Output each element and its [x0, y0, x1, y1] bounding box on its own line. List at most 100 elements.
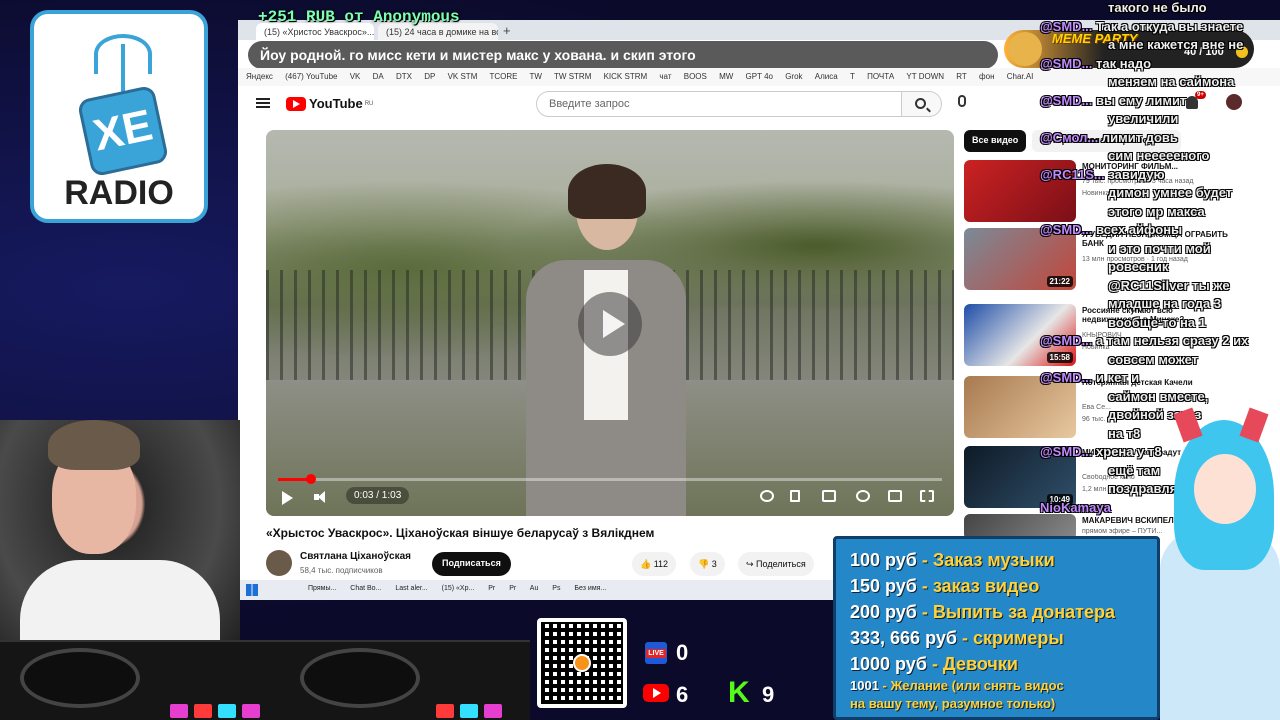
- bookmark-item[interactable]: чат: [659, 72, 671, 81]
- taskbar-item[interactable]: Без имя...: [574, 585, 606, 592]
- like-button[interactable]: 👍 112: [632, 552, 677, 576]
- bookmark-item[interactable]: VK STM: [448, 72, 478, 81]
- chat-message: совсем может: [1108, 352, 1198, 367]
- deck-pad: [194, 704, 212, 718]
- bookmark-item[interactable]: RT: [956, 72, 967, 81]
- chat-text: такого не было: [1108, 0, 1207, 15]
- youtube-logo[interactable]: YouTube RU: [286, 96, 373, 111]
- chat-message: такого не было: [1108, 0, 1207, 15]
- bookmark-item[interactable]: DP: [424, 72, 435, 81]
- chat-username: @SMD...: [1040, 444, 1093, 459]
- chat-message: ровесник: [1108, 259, 1168, 274]
- chat-username: @RC11S...: [1040, 166, 1105, 182]
- bookmark-item[interactable]: KICK STRM: [604, 72, 648, 81]
- hamburger-menu-icon[interactable]: [256, 98, 270, 108]
- bookmark-item[interactable]: Яндекс: [246, 72, 273, 81]
- bookmark-item[interactable]: T: [850, 72, 855, 81]
- taskbar-item[interactable]: Chat Bo...: [350, 585, 381, 592]
- microphone-icon[interactable]: [958, 95, 966, 107]
- chat-text: вы ему лимит: [1096, 92, 1187, 108]
- xe-radio-logo: XE RADIO: [30, 10, 208, 223]
- price-row: 100 руб - Заказ музыки: [850, 547, 1143, 573]
- bookmark-item[interactable]: DA: [373, 72, 384, 81]
- left-jog-wheel: [20, 648, 140, 708]
- windows-taskbar: Прямы... Chat Bo... Last aler... (15) «Х…: [238, 580, 838, 600]
- chat-message: саймон вместе,: [1108, 389, 1208, 404]
- taskbar-item[interactable]: Au: [530, 585, 539, 592]
- bookmark-item[interactable]: YT DOWN: [906, 72, 944, 81]
- bookmark-item[interactable]: BOOS: [684, 72, 707, 81]
- search-icon: [915, 98, 926, 109]
- channel-avatar[interactable]: [266, 550, 292, 576]
- volume-icon[interactable]: [314, 490, 328, 504]
- fullscreen-icon[interactable]: [920, 490, 934, 502]
- price-row: 200 руб - Выпить за донатера: [850, 599, 1143, 625]
- bookmark-item[interactable]: TW STRM: [554, 72, 591, 81]
- price-amount: 1000 руб: [850, 654, 927, 674]
- chat-message: @SMD... Так а откуда вы знаете: [1040, 19, 1243, 34]
- streamer-webcam: [0, 420, 240, 660]
- price-row: 1001 - Желание (или снять видос: [850, 677, 1143, 695]
- video-progress-bar[interactable]: [278, 474, 942, 484]
- chat-message: ещё там: [1108, 463, 1160, 478]
- chat-message: @SMD... а там нельзя сразу 2 их: [1040, 333, 1248, 348]
- taskbar-item[interactable]: Last aler...: [395, 585, 427, 592]
- right-jog-wheel: [300, 648, 420, 708]
- bookmark-item[interactable]: Алиса: [815, 72, 838, 81]
- bookmark-item[interactable]: MW: [719, 72, 733, 81]
- taskbar-item[interactable]: Pr: [488, 585, 495, 592]
- deck-pad: [436, 704, 454, 718]
- video-title: «Хрыстос Уваскрос». Ціханоўская віншуе б…: [266, 526, 655, 540]
- share-label: Поделиться: [756, 559, 806, 569]
- bitcoin-icon: [573, 654, 591, 672]
- donation-message-banner: Йоу родной. го мисс кети и мистер макс у…: [248, 41, 998, 69]
- autoplay-icon[interactable]: [760, 490, 774, 502]
- taskbar-item[interactable]: (15) «Хр...: [442, 585, 475, 592]
- play-icon[interactable]: [282, 491, 293, 505]
- miniplayer-icon[interactable]: [888, 490, 902, 502]
- kick-icon: K: [728, 676, 750, 709]
- live-label: LIVE: [646, 648, 666, 658]
- new-tab-button[interactable]: +: [503, 23, 511, 38]
- windows-start-icon[interactable]: [246, 584, 258, 596]
- chat-text: так надо: [1096, 55, 1152, 71]
- youtube-viewer-count: 6: [676, 682, 689, 707]
- bookmark-item[interactable]: TW: [530, 72, 542, 81]
- deck-pad: [218, 704, 236, 718]
- search-button[interactable]: [902, 91, 942, 117]
- chat-text: всех айфоны: [1096, 222, 1183, 237]
- big-play-button-icon[interactable]: [578, 292, 642, 356]
- price-row: 150 руб - заказ видео: [850, 573, 1143, 599]
- search-input[interactable]: Введите запрос: [536, 91, 902, 117]
- chat-message: @Смол... лимит довь: [1040, 130, 1178, 145]
- subtitles-icon[interactable]: [822, 490, 836, 502]
- bookmark-item[interactable]: VK: [350, 72, 361, 81]
- chat-message: этого мр макса: [1108, 204, 1205, 219]
- donation-price-list: 100 руб - Заказ музыки 150 руб - заказ в…: [833, 536, 1160, 720]
- channel-name[interactable]: Святлана Ціханоўская: [300, 551, 411, 562]
- pause-icon[interactable]: [790, 490, 800, 502]
- chat-username: @SMD...: [1040, 18, 1093, 34]
- bookmark-item[interactable]: ПОЧТА: [867, 72, 894, 81]
- bookmark-item[interactable]: Grok: [785, 72, 802, 81]
- chat-message: @RC11S... завидую: [1040, 167, 1165, 182]
- share-button[interactable]: ↪ Поделиться: [738, 552, 814, 576]
- deck-pad: [460, 704, 478, 718]
- price-row: 1000 руб - Девочки: [850, 651, 1143, 677]
- taskbar-item[interactable]: Pr: [509, 585, 516, 592]
- share-icon: ↪: [746, 559, 757, 569]
- bookmark-item[interactable]: фон: [979, 72, 994, 81]
- subscribe-button[interactable]: Подписаться: [432, 552, 511, 576]
- taskbar-item[interactable]: Ps: [552, 585, 560, 592]
- live-platform-icon: LIVE: [645, 642, 667, 664]
- settings-gear-icon[interactable]: [856, 490, 870, 502]
- mascot-cat-ear-icon: [1239, 407, 1269, 443]
- bookmark-item[interactable]: (467) YouTube: [285, 72, 337, 81]
- price-description: - Выпить за донатера: [916, 602, 1115, 622]
- bookmark-item[interactable]: GPT 4o: [746, 72, 773, 81]
- bookmark-item[interactable]: TCORE: [489, 72, 517, 81]
- bookmark-item[interactable]: DTX: [396, 72, 412, 81]
- video-player[interactable]: 0:03 / 1:03: [266, 130, 954, 516]
- dislike-button[interactable]: 👎 3: [690, 552, 725, 576]
- taskbar-item[interactable]: Прямы...: [308, 585, 336, 592]
